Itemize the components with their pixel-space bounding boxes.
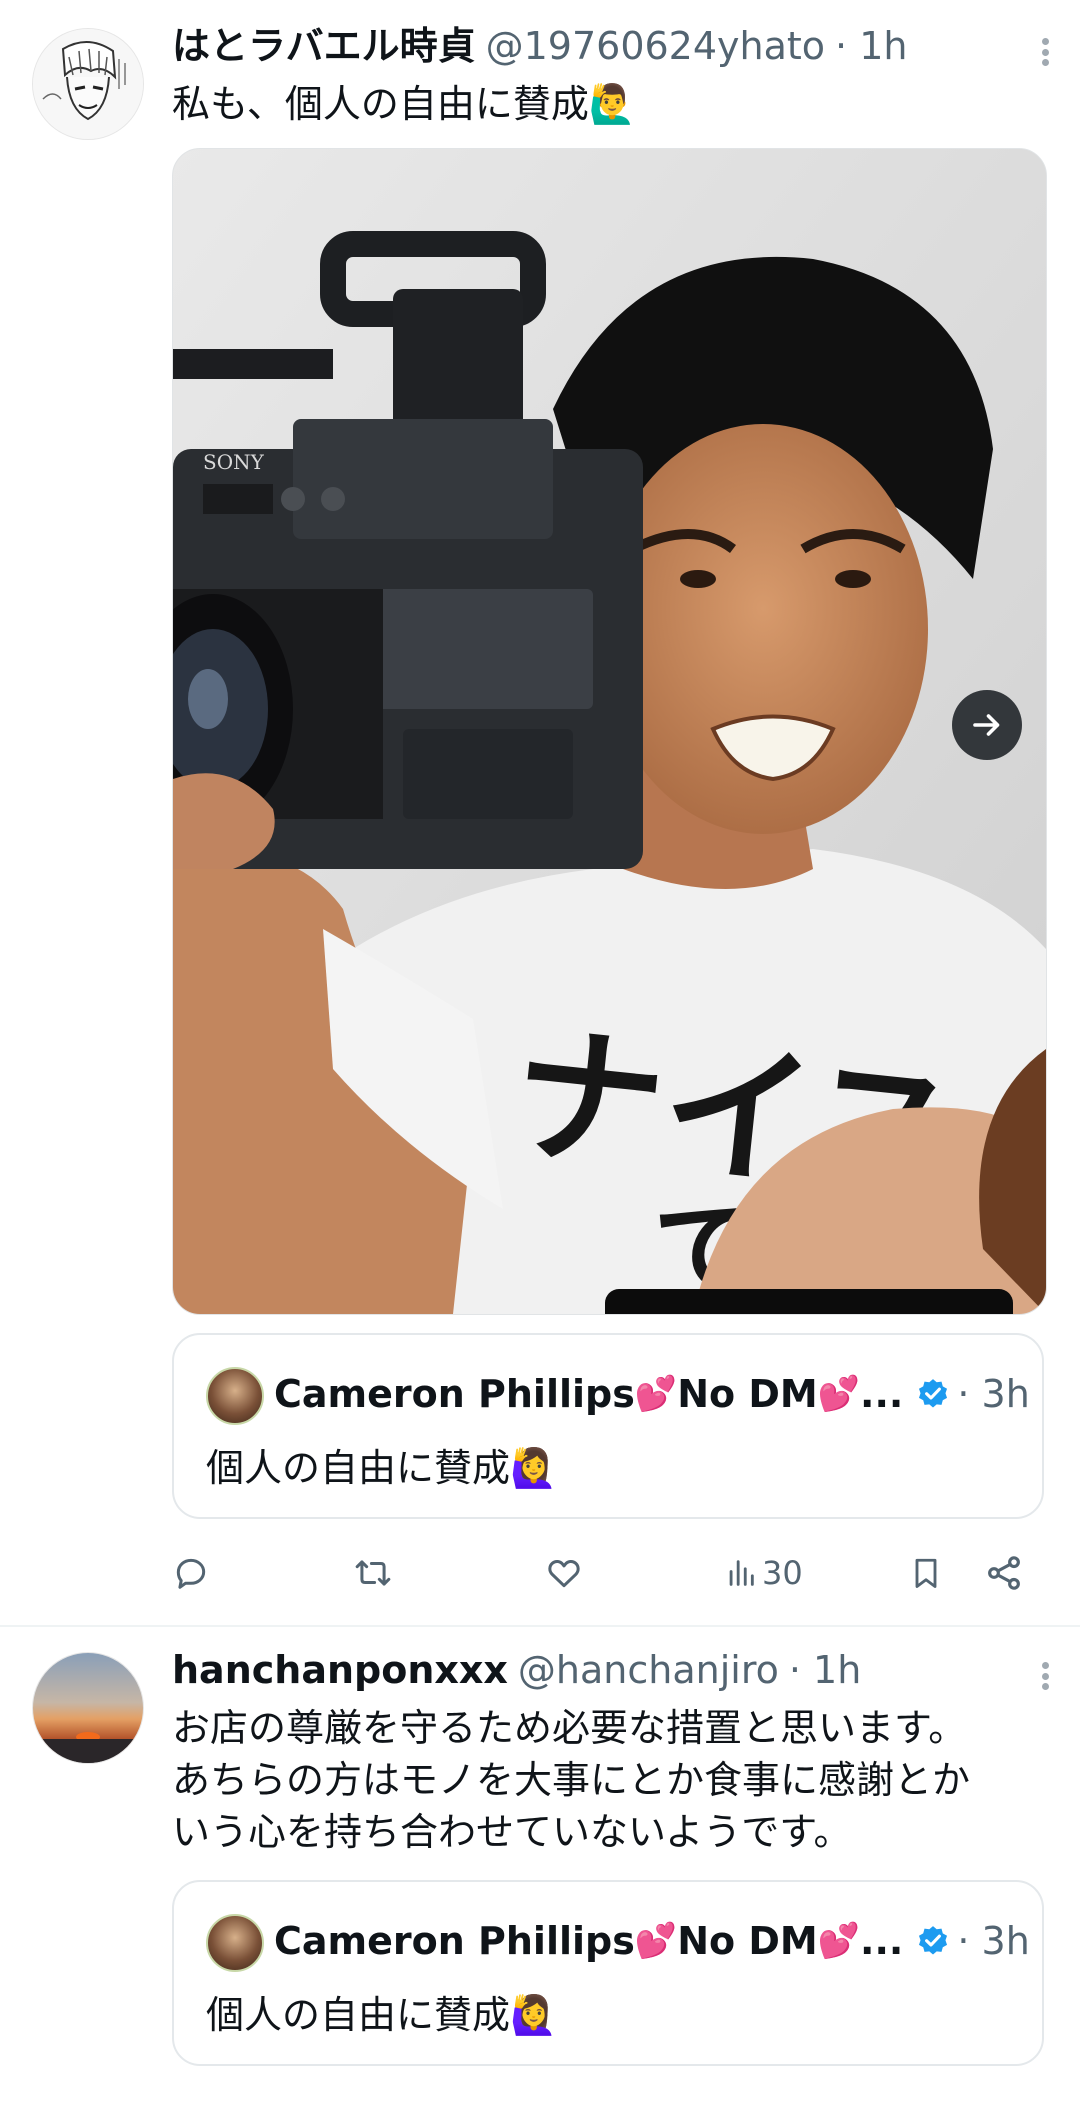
verified-icon bbox=[915, 1376, 951, 1412]
like-icon[interactable] bbox=[544, 1545, 584, 1601]
author-handle[interactable]: @19760624yhato bbox=[486, 22, 825, 70]
video-thumbnail-bar bbox=[605, 1289, 1013, 1314]
quoted-name-suffix: No DM bbox=[677, 1372, 818, 1416]
author-avatar[interactable] bbox=[32, 28, 144, 140]
quoted-author-name: Cameron Phillips bbox=[274, 1919, 635, 1963]
quoted-tweet[interactable]: Cameron Phillips 💕 No DM 💕 ... · 3h 個人の自… bbox=[172, 1333, 1044, 1519]
tweet-header: はとラバエル時貞 @19760624yhato · 1h bbox=[172, 22, 907, 70]
sunset-avatar-icon bbox=[33, 1732, 143, 1763]
views-stat[interactable]: 30 bbox=[724, 1545, 803, 1601]
quoted-author-avatar bbox=[206, 1367, 264, 1425]
quoted-time: · 3h bbox=[957, 1919, 1030, 1963]
more-icon[interactable] bbox=[1030, 1656, 1060, 1696]
quoted-header: Cameron Phillips 💕 No DM 💕 ... · 3h bbox=[274, 1369, 1030, 1419]
tweet-text-line: いう心を持ち合わせていないようです。 bbox=[172, 1810, 852, 1854]
tweet-text-line: あちらの方はモノを大事にとか食事に感謝とか bbox=[172, 1758, 971, 1802]
quoted-author-avatar bbox=[206, 1914, 264, 1972]
next-arrow-icon[interactable] bbox=[952, 690, 1022, 760]
heart-emoji-icon: 💕 bbox=[817, 1921, 861, 1961]
camera-brand-label: SONY bbox=[203, 450, 265, 474]
quoted-author-name: Cameron Phillips bbox=[274, 1372, 635, 1416]
reply-icon[interactable] bbox=[172, 1545, 210, 1601]
photo-image: SONY ナイス で bbox=[173, 149, 1046, 1314]
author-name-2[interactable]: hanchanponxxx bbox=[172, 1646, 508, 1694]
views-icon bbox=[729, 1560, 754, 1586]
tweet-header-2: hanchanponxxx @hanchanjiro · 1h bbox=[172, 1646, 861, 1694]
share-icon[interactable] bbox=[984, 1545, 1024, 1601]
tweet-text-2: お店の尊厳を守るため必要な措置と思います。 あちらの方はモノを大事にとか食事に感… bbox=[172, 1702, 1052, 1858]
tweet-time-2[interactable]: · 1h bbox=[789, 1646, 861, 1694]
quoted-tweet-2[interactable]: Cameron Phillips 💕 No DM 💕 ... · 3h 個人の自… bbox=[172, 1880, 1044, 2066]
name-ellipsis: ... bbox=[860, 1372, 904, 1416]
tweet-time[interactable]: · 1h bbox=[835, 22, 907, 70]
quoted-text: 個人の自由に賛成🙋‍♀️ bbox=[206, 1993, 558, 2037]
heart-emoji-icon: 💕 bbox=[634, 1921, 678, 1961]
tweet-1[interactable]: はとラバエル時貞 @19760624yhato · 1h 私も、個人の自由に賛成… bbox=[0, 0, 1080, 1626]
retweet-icon[interactable] bbox=[352, 1545, 394, 1601]
tweet-text: 私も、個人の自由に賛成🙋‍♂️ bbox=[172, 82, 637, 126]
tweet-text-line: お店の尊厳を守るため必要な措置と思います。 bbox=[172, 1706, 967, 1750]
heart-emoji-icon: 💕 bbox=[817, 1374, 861, 1414]
more-icon[interactable] bbox=[1030, 32, 1060, 72]
name-ellipsis: ... bbox=[860, 1919, 904, 1963]
bookmark-icon[interactable] bbox=[908, 1545, 944, 1601]
quoted-text: 個人の自由に賛成🙋‍♀️ bbox=[206, 1446, 558, 1490]
views-count: 30 bbox=[762, 1554, 803, 1592]
tweet-photo[interactable]: SONY ナイス で bbox=[172, 148, 1047, 1315]
quoted-name-suffix: No DM bbox=[677, 1919, 818, 1963]
quoted-time: · 3h bbox=[957, 1372, 1030, 1416]
action-bar: 30 bbox=[172, 1545, 1052, 1601]
author-name[interactable]: はとラバエル時貞 bbox=[172, 22, 476, 70]
verified-icon bbox=[915, 1923, 951, 1959]
heart-emoji-icon: 💕 bbox=[634, 1374, 678, 1414]
manga-avatar-icon bbox=[33, 29, 143, 139]
author-avatar-2[interactable] bbox=[32, 1652, 144, 1764]
author-handle-2[interactable]: @hanchanjiro bbox=[518, 1646, 779, 1694]
quoted-header: Cameron Phillips 💕 No DM 💕 ... · 3h bbox=[274, 1916, 1030, 1966]
